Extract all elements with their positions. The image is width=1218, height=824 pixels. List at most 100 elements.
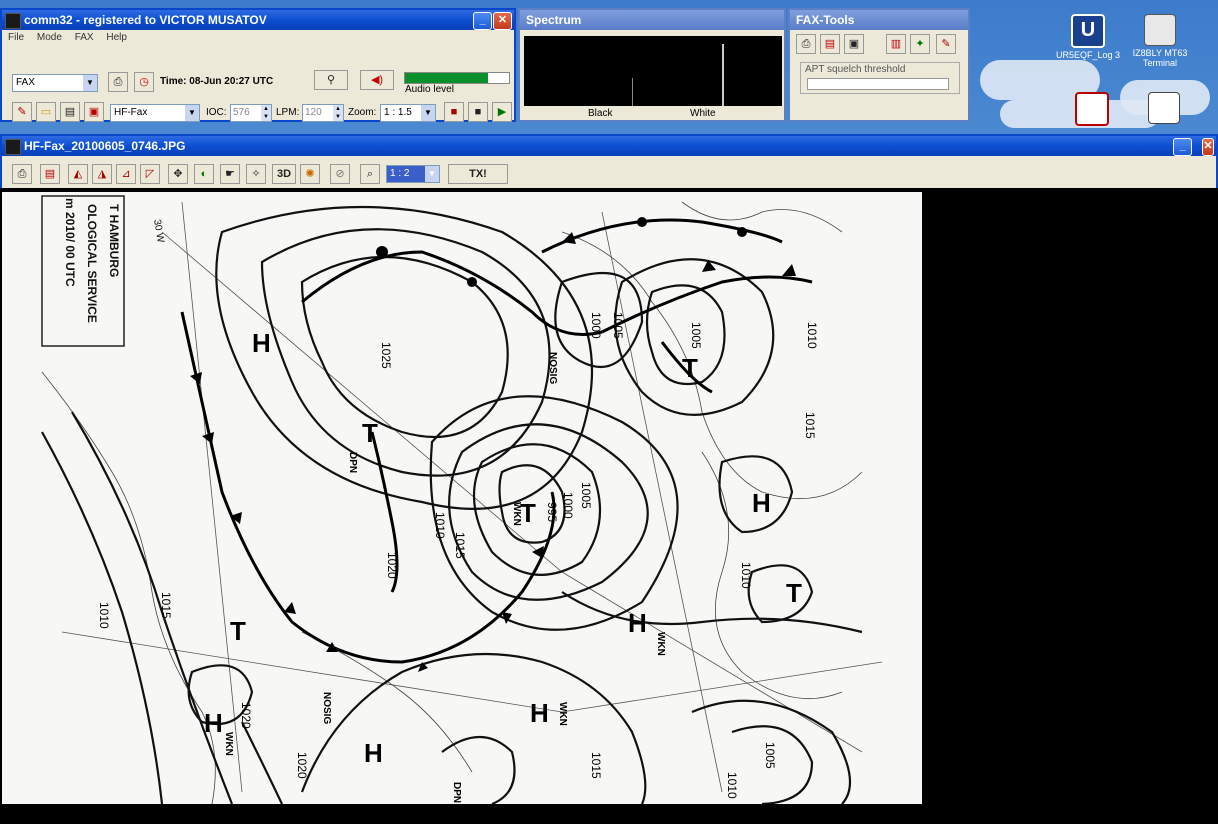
- isobar-value: 1000: [561, 492, 575, 519]
- isobar-value: 1000: [589, 312, 603, 339]
- mode-select[interactable]: FAX ▼: [12, 74, 98, 92]
- hand-icon[interactable]: ☛: [220, 164, 240, 184]
- desktop-icon-clock[interactable]: [1052, 92, 1132, 128]
- sharpen-icon[interactable]: ✧: [246, 164, 266, 184]
- wkn-label: WKN: [655, 632, 666, 656]
- clock-button[interactable]: ◷: [134, 72, 154, 92]
- weather-fax-map[interactable]: T HAMBURG OLOGICAL SERVICE m 2010/ 00 UT…: [2, 192, 922, 804]
- save-icon[interactable]: ▣: [844, 34, 864, 54]
- play-icon[interactable]: ▶: [492, 102, 512, 122]
- contrast-icon[interactable]: ◐: [194, 164, 214, 184]
- isobar-value: 1005: [763, 742, 777, 769]
- spectrum-titlebar[interactable]: Spectrum: [520, 10, 784, 30]
- menu-mode[interactable]: Mode: [37, 32, 62, 43]
- speaker-button[interactable]: ◀): [360, 70, 394, 90]
- stop-icon[interactable]: ■: [444, 102, 464, 122]
- pen-icon[interactable]: ✎: [936, 34, 956, 54]
- tools-icon[interactable]: ✎: [12, 102, 32, 122]
- high-pressure-label: H: [752, 488, 771, 518]
- flip-right-icon[interactable]: ◮: [92, 164, 112, 184]
- chart-header-line3: m 2010/ 00 UTC: [63, 198, 77, 287]
- image-icon[interactable]: ▣: [84, 102, 104, 122]
- minimize-button[interactable]: _: [1173, 138, 1192, 156]
- print-icon[interactable]: ⎙: [796, 34, 816, 54]
- copy-icon[interactable]: ▤: [820, 34, 840, 54]
- window-title: Spectrum: [526, 13, 582, 27]
- high-pressure-label: H: [530, 698, 549, 728]
- spectrum-window: Spectrum Black White: [518, 8, 786, 122]
- menu-help[interactable]: Help: [106, 32, 127, 43]
- pause-icon[interactable]: ■: [468, 102, 488, 122]
- close-button[interactable]: ✕: [493, 12, 512, 30]
- ioc-spinner[interactable]: 576 ▲ ▼: [230, 104, 272, 122]
- minimize-button[interactable]: _: [473, 12, 492, 30]
- app-icon: [5, 139, 21, 155]
- low-pressure-label: T: [786, 578, 802, 608]
- chevron-down-icon: ▼: [425, 166, 439, 182]
- spectrum-display: [524, 36, 782, 106]
- rotate-right-icon[interactable]: ◸: [140, 164, 160, 184]
- rotate-left-icon[interactable]: ⊿: [116, 164, 136, 184]
- fax-type-select[interactable]: HF-Fax ▼: [110, 104, 200, 122]
- isobar-value: 1010: [739, 562, 753, 589]
- ioc-value: 576: [233, 107, 250, 118]
- mode-select-value: FAX: [16, 77, 35, 88]
- chevron-down-icon: ▼: [421, 105, 435, 121]
- spin-arrows-icon[interactable]: ▲ ▼: [261, 105, 271, 121]
- zoom-icon[interactable]: ⌕: [360, 164, 380, 184]
- apt-squelch-label: APT squelch threshold: [805, 64, 906, 75]
- chart-header-line2: OLOGICAL SERVICE: [85, 204, 99, 323]
- coastlines: [41, 201, 863, 804]
- isobar-value: 1015: [453, 532, 467, 559]
- fax-image-titlebar[interactable]: HF-Fax_20100605_0746.JPG _ ✕: [2, 136, 1216, 156]
- menu-file[interactable]: File: [8, 32, 24, 43]
- comm32-titlebar[interactable]: comm32 - registered to VICTOR MUSATOV _ …: [2, 10, 514, 30]
- isobars: [41, 205, 863, 804]
- isobar-value: 1005: [611, 312, 625, 339]
- print-icon[interactable]: ⎙: [12, 164, 32, 184]
- low-pressure-label: T: [362, 418, 378, 448]
- figure-icon[interactable]: ✦: [910, 34, 930, 54]
- tx-button[interactable]: TX!: [448, 164, 508, 184]
- save-icon[interactable]: ▤: [60, 102, 80, 122]
- move-icon[interactable]: ✥: [168, 164, 188, 184]
- flip-left-icon[interactable]: ◭: [68, 164, 88, 184]
- cancel-icon[interactable]: ⊘: [330, 164, 350, 184]
- isobar-value: 1010: [725, 772, 739, 799]
- desktop-icon-mt63-terminal[interactable]: IZ8BLY MT63 Terminal: [1120, 14, 1200, 68]
- desktop-icon-document[interactable]: [1124, 92, 1204, 126]
- 3d-button[interactable]: 3D: [272, 164, 296, 184]
- chart-icon[interactable]: ▥: [886, 34, 906, 54]
- spin-arrows-icon[interactable]: ▲ ▼: [333, 105, 343, 121]
- isobar-value: 1005: [689, 322, 703, 349]
- fax-receive-button[interactable]: ⎙: [108, 72, 128, 92]
- zoom-select[interactable]: 1 : 1.5 ▼: [380, 104, 436, 122]
- longitude-label: 30 W: [151, 219, 166, 244]
- dpn-label: DPN: [347, 452, 358, 473]
- high-pressure-label: H: [204, 708, 223, 738]
- isobar-value: 1005: [579, 482, 593, 509]
- palette-icon[interactable]: ✺: [300, 164, 320, 184]
- high-pressure-label: H: [252, 328, 271, 358]
- fax-tools-titlebar[interactable]: FAX-Tools: [790, 10, 968, 30]
- apt-squelch-slider[interactable]: [807, 78, 949, 90]
- high-pressure-label: H: [364, 738, 383, 768]
- audio-level-meter: Audio level: [402, 70, 512, 96]
- weather-fronts: [180, 218, 813, 664]
- nosig-label: NOSIG: [547, 352, 558, 384]
- desktop-icon-ur5eqf-log[interactable]: U UR5EQF_Log 3: [1048, 14, 1128, 60]
- close-button[interactable]: ✕: [1202, 138, 1214, 156]
- folder-open-icon[interactable]: ▭: [36, 102, 56, 122]
- fax-tools-window: FAX-Tools ⎙ ▤ ▣ ▥ ✦ ✎ APT squelch thresh…: [788, 8, 970, 122]
- black-label: Black: [588, 108, 613, 119]
- lpm-spinner[interactable]: 120 ▲ ▼: [302, 104, 344, 122]
- menu-fax[interactable]: FAX: [75, 32, 94, 43]
- isobar-value: 1010: [433, 512, 447, 539]
- fax-zoom-value: 1 : 2: [390, 168, 410, 179]
- isobar-value: 1020: [239, 702, 253, 729]
- tune-button[interactable]: ⚲: [314, 70, 348, 90]
- print-preview-icon[interactable]: ▤: [40, 164, 60, 184]
- isobar-value: 1025: [379, 342, 393, 369]
- document-app-icon: [1148, 92, 1180, 124]
- fax-zoom-select[interactable]: 1 : 2 ▼: [386, 165, 440, 183]
